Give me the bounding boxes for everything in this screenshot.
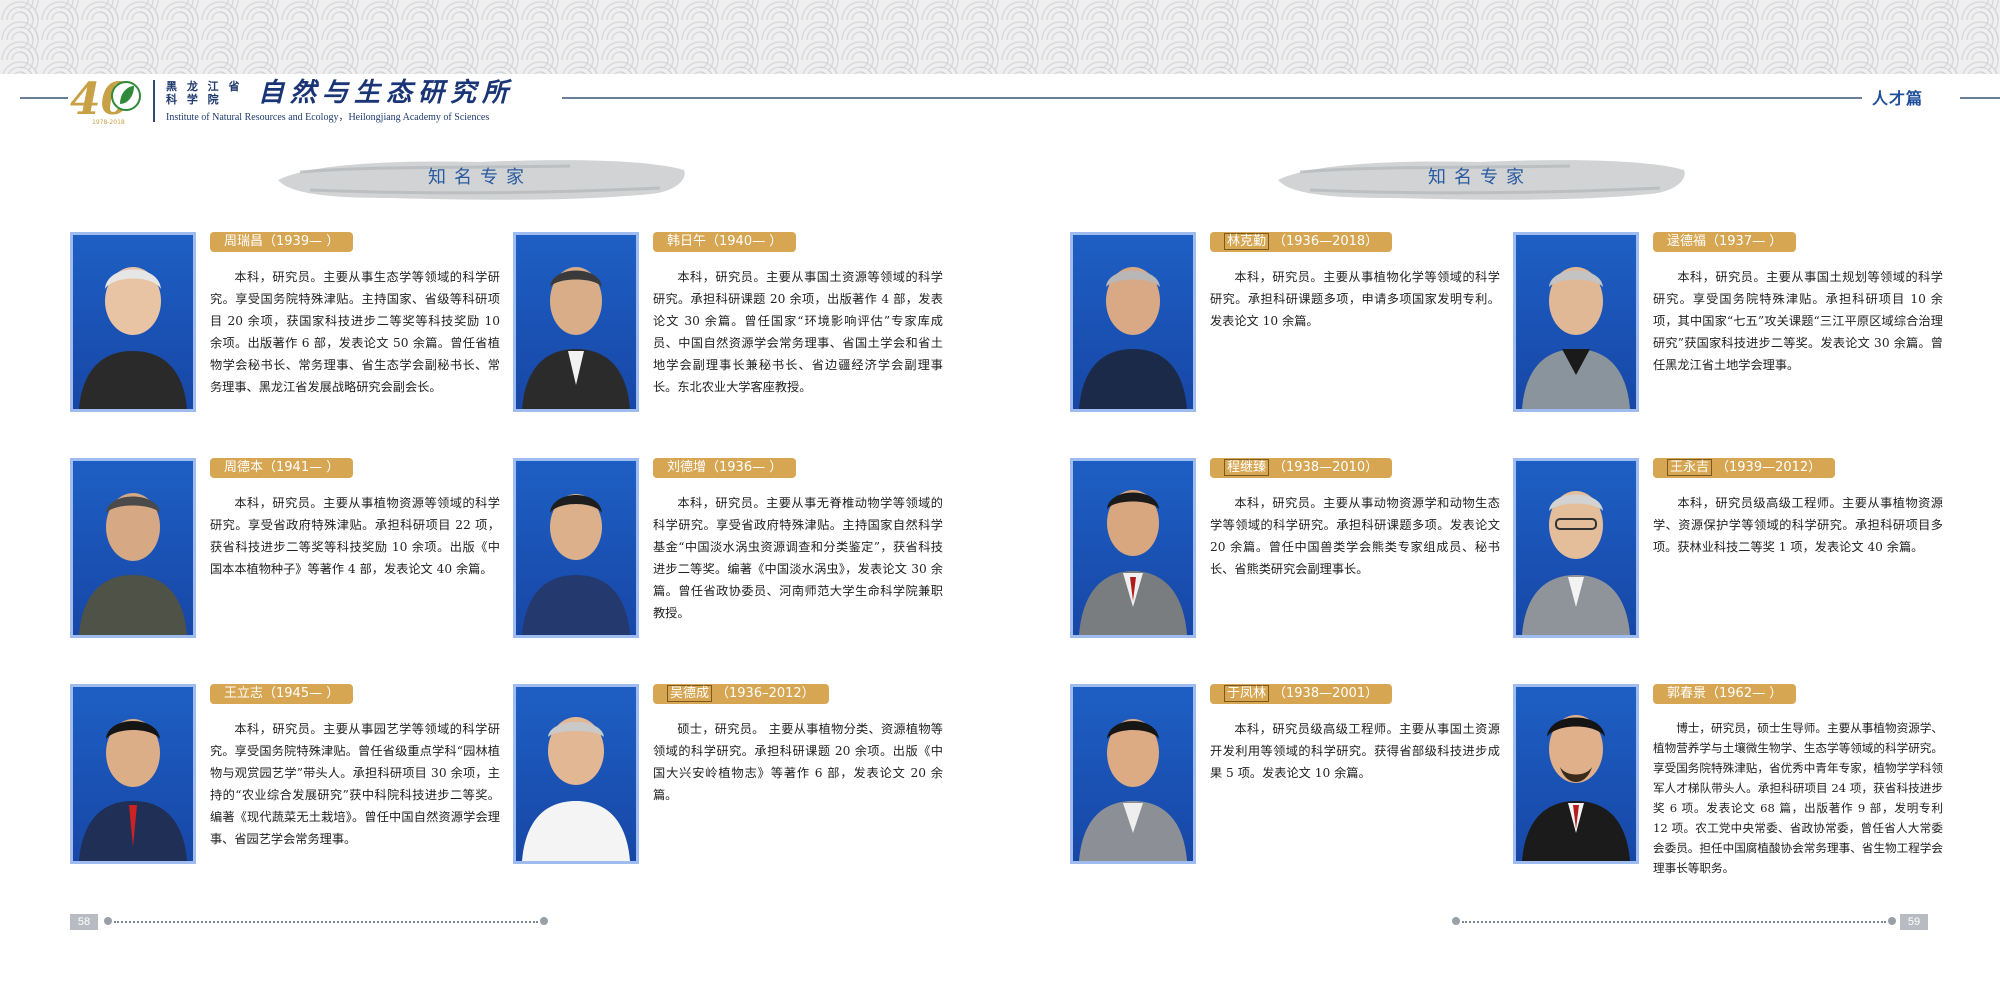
expert-card: 韩日午（1940— ） 本科，研究员。主要从事国土资源等领域的科学研究。承担科研… xyxy=(513,232,953,432)
footer-dot xyxy=(1452,917,1460,925)
expert-name-tag: 刘德增（1936— ） xyxy=(653,458,797,478)
expert-bio: 本科，研究员级高级工程师。主要从事国土资源开发利用等领域的科学研究。获得省部级科… xyxy=(1210,722,1500,780)
header-rule-center xyxy=(562,97,1862,99)
expert-card: 周德本（1941— ） 本科，研究员。主要从事植物资源等领域的科学研究。享受省政… xyxy=(70,458,510,658)
right-banner: 知名专家 xyxy=(1270,150,1690,206)
institute-title-calligraphy: 自然与生态研究所 xyxy=(258,78,515,108)
academy-name-line2: 科 学 院 xyxy=(166,93,222,106)
expert-bio: 本科，研究员。主要从事生态学等领域的科学研究。享受国务院特殊津贴。主持国家、省级… xyxy=(210,270,500,394)
footer-dotted-rule xyxy=(114,921,538,923)
expert-name-tag: 周德本（1941— ） xyxy=(210,458,354,478)
academy-name-line1: 黑 龙 江 省 xyxy=(166,80,243,93)
portrait-photo xyxy=(1070,232,1196,412)
expert-years: （1939—2012） xyxy=(1716,460,1822,475)
expert-bio: 本科，研究员。主要从事国土资源等领域的科学研究。承担科研课题 20 余项，出版著… xyxy=(653,270,943,394)
expert-bio: 本科，研究员。主要从事无脊椎动物学等领域的科学研究。享受省政府特殊津贴。主持国家… xyxy=(653,496,943,620)
header-rule-left xyxy=(20,97,68,99)
expert-name: 林克勤 xyxy=(1224,233,1270,250)
expert-bio: 本科，研究员。主要从事动物资源学和动物生态学等领域的科学研究。承担科研课题多项。… xyxy=(1210,496,1500,576)
logo-divider xyxy=(153,80,155,122)
expert-bio: 本科，研究员。主要从事植物化学等领域的科学研究。承担科研课题多项，申请多项国家发… xyxy=(1210,270,1500,328)
footer-dot xyxy=(1888,917,1896,925)
portrait-photo xyxy=(70,684,196,864)
expert-name-tag: 于凤林 （1938—2001） xyxy=(1210,684,1393,704)
expert-name: 吴德成 xyxy=(667,685,713,702)
expert-bio: 本科，研究员。主要从事园艺学等领域的科学研究。享受国务院特殊津贴。曾任省级重点学… xyxy=(210,722,500,846)
header-rule-right xyxy=(1960,97,2000,99)
banner-title: 知名专家 xyxy=(1428,167,1532,188)
expert-card: 于凤林 （1938—2001） 本科，研究员级高级工程师。主要从事国土资源开发利用… xyxy=(1070,684,1510,884)
expert-name-tag: 韩日午（1940— ） xyxy=(653,232,797,252)
decorative-wave-band xyxy=(0,0,2000,74)
anniversary-logo: 40 1978-2018 xyxy=(70,74,141,126)
expert-bio: 本科，研究员级高级工程师。主要从事植物资源学、资源保护学等领域的科学研究。承担科… xyxy=(1653,496,1943,554)
footer-dot xyxy=(104,917,112,925)
left-banner: 知名专家 xyxy=(270,150,690,206)
expert-card: 林克勤 （1936—2018） 本科，研究员。主要从事植物化学等领域的科学研究。承… xyxy=(1070,232,1510,432)
portrait-photo xyxy=(513,458,639,638)
expert-name: 于凤林 xyxy=(1224,685,1270,702)
portrait-photo xyxy=(1513,684,1639,864)
expert-name-tag: 王永吉 （1939—2012） xyxy=(1653,458,1836,478)
logo-years: 1978-2018 xyxy=(92,119,125,126)
expert-name-tag: 王立志（1945— ） xyxy=(210,684,354,704)
academy-name-cn: 黑 龙 江 省 科 学 院 xyxy=(166,80,256,106)
expert-years: （1936—2018） xyxy=(1273,234,1379,249)
expert-name: 王永吉 xyxy=(1667,459,1713,476)
portrait-photo xyxy=(513,684,639,864)
expert-years: （1936–2012） xyxy=(716,686,815,701)
expert-name-tag: 郭春景（1962— ） xyxy=(1653,684,1797,704)
section-tag: 人才篇 xyxy=(1872,89,1924,108)
expert-bio: 本科，研究员。主要从事植物资源等领域的科学研究。享受省政府特殊津贴。承担科研项目… xyxy=(210,496,500,576)
portrait-photo xyxy=(1070,458,1196,638)
institute-name-en: Institute of Natural Resources and Ecolo… xyxy=(166,112,490,123)
expert-name-tag: 逯德福（1937— ） xyxy=(1653,232,1797,252)
footer-dotted-rule xyxy=(1462,921,1886,923)
expert-card: 吴德成 （1936–2012） 硕士，研究员。 主要从事植物分类、资源植物等领域的… xyxy=(513,684,953,884)
expert-bio: 博士，研究员，硕士生导师。主要从事植物资源学、植物营养学与土壤微生物学、生态学等… xyxy=(1653,721,1943,875)
portrait-photo xyxy=(70,458,196,638)
expert-bio: 本科，研究员。主要从事国土规划等领域的科学研究。享受国务院特殊津贴。承担科研项目… xyxy=(1653,270,1943,372)
portrait-photo xyxy=(513,232,639,412)
expert-name-tag: 程继臻 （1938—2010） xyxy=(1210,458,1393,478)
expert-name-tag: 林克勤 （1936—2018） xyxy=(1210,232,1393,252)
portrait-photo xyxy=(1070,684,1196,864)
expert-card: 郭春景（1962— ） 博士，研究员，硕士生导师。主要从事植物资源学、植物营养学… xyxy=(1513,684,1953,884)
portrait-photo xyxy=(70,232,196,412)
page-number-left: 58 xyxy=(70,914,98,930)
expert-name-tag: 周瑞昌（1939— ） xyxy=(210,232,354,252)
expert-card: 王永吉 （1939—2012） 本科，研究员级高级工程师。主要从事植物资源学、资源… xyxy=(1513,458,1953,658)
expert-card: 程继臻 （1938—2010） 本科，研究员。主要从事动物资源学和动物生态学等领域… xyxy=(1070,458,1510,658)
expert-card: 刘德增（1936— ） 本科，研究员。主要从事无脊椎动物学等领域的科学研究。享受… xyxy=(513,458,953,658)
expert-card: 周瑞昌（1939— ） 本科，研究员。主要从事生态学等领域的科学研究。享受国务院… xyxy=(70,232,510,432)
footer-dot xyxy=(540,917,548,925)
expert-card: 逯德福（1937— ） 本科，研究员。主要从事国土规划等领域的科学研究。享受国务… xyxy=(1513,232,1953,432)
portrait-photo xyxy=(1513,232,1639,412)
expert-name-tag: 吴德成 （1936–2012） xyxy=(653,684,829,704)
expert-years: （1938—2010） xyxy=(1273,460,1379,475)
expert-card: 王立志（1945— ） 本科，研究员。主要从事园艺学等领域的科学研究。享受国务院… xyxy=(70,684,510,884)
page-number-right: 59 xyxy=(1900,914,1928,930)
portrait-photo xyxy=(1513,458,1639,638)
expert-bio: 硕士，研究员。 主要从事植物分类、资源植物等领域的科学研究。承担科研课题 20 … xyxy=(653,722,943,802)
banner-title: 知名专家 xyxy=(428,167,532,188)
expert-years: （1938—2001） xyxy=(1273,686,1379,701)
expert-name: 程继臻 xyxy=(1224,459,1270,476)
